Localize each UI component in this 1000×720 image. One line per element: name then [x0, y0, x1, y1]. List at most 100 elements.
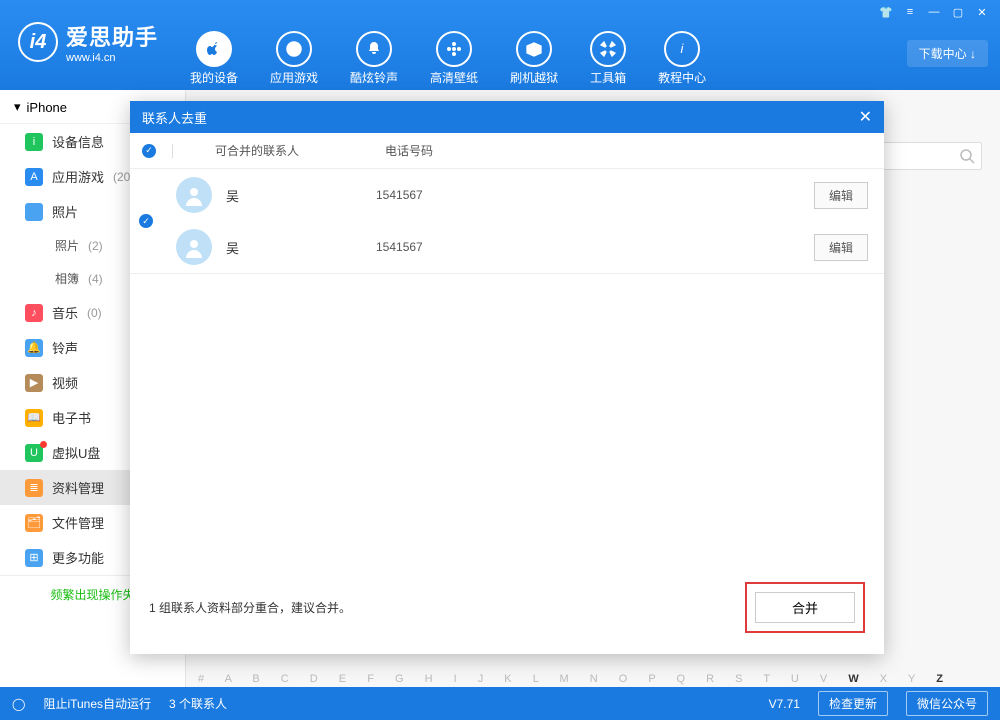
sidebar-item-count: (2) [88, 239, 103, 253]
nav-label: 工具箱 [590, 69, 626, 86]
nav-bell[interactable]: 酷炫铃声 [350, 31, 398, 86]
bell-icon [356, 31, 392, 67]
alpha-letter[interactable]: Y [908, 673, 936, 685]
alphabet-index[interactable]: # A B C D E F G H I J K L M N O P Q R S … [198, 673, 988, 685]
alpha-letter[interactable]: W [848, 673, 879, 685]
alpha-letter[interactable]: Q [677, 673, 707, 685]
alpha-letter[interactable]: J [478, 673, 505, 685]
alpha-letter[interactable]: F [367, 673, 395, 685]
alpha-letter[interactable]: X [880, 673, 908, 685]
merge-button[interactable]: 合并 [755, 592, 855, 623]
red-dot-icon [40, 441, 47, 448]
nav-box[interactable]: 刷机越狱 [510, 31, 558, 86]
download-center-button[interactable]: 下载中心 ↓ [907, 40, 988, 67]
sidebar-item-icon: ▶ [25, 374, 43, 392]
box-icon [516, 31, 552, 67]
menu-icon[interactable]: ≡ [898, 3, 922, 21]
status-bar: ◯ 阻止iTunes自动运行 3 个联系人 V7.71 检查更新 微信公众号 [0, 687, 1000, 720]
edit-button[interactable]: 编辑 [814, 182, 868, 209]
contact-phone: 1541567 [376, 240, 814, 254]
sidebar-item-icon: A [25, 168, 43, 186]
appstore-icon [276, 31, 312, 67]
sidebar-item-label: 铃声 [52, 338, 78, 357]
nav-label: 酷炫铃声 [350, 69, 398, 86]
alpha-letter[interactable]: A [225, 673, 253, 685]
alpha-letter[interactable]: L [533, 673, 560, 685]
sidebar-item-label: 资料管理 [52, 478, 104, 497]
nav-appstore[interactable]: 应用游戏 [270, 31, 318, 86]
alpha-letter[interactable]: P [648, 673, 676, 685]
alpha-letter[interactable]: G [395, 673, 425, 685]
alpha-letter[interactable]: K [504, 673, 532, 685]
alpha-letter[interactable]: O [619, 673, 649, 685]
modal-header-row: ✓ 可合并的联系人 电话号码 [130, 133, 884, 169]
info-icon: i [664, 31, 700, 67]
sidebar-item-icon [25, 203, 43, 221]
sidebar-item-icon: 📖 [25, 409, 43, 427]
alpha-letter[interactable]: S [735, 673, 763, 685]
nav-info[interactable]: i 教程中心 [658, 31, 706, 86]
tools-icon [590, 31, 626, 67]
alpha-letter[interactable]: U [791, 673, 820, 685]
select-all-check-icon[interactable]: ✓ [142, 144, 156, 158]
sidebar-item-icon: i [25, 133, 43, 151]
header: 👕 ≡ — ▢ ✕ 下载中心 ↓ i4 爱思助手 www.i4.cn 我的设备 应… [0, 0, 1000, 90]
alpha-letter[interactable]: M [559, 673, 589, 685]
alpha-letter[interactable]: I [454, 673, 478, 685]
sidebar-item-label: 应用游戏 [52, 167, 104, 186]
alpha-letter[interactable]: # [198, 673, 225, 685]
alpha-letter[interactable]: D [310, 673, 339, 685]
alpha-letter[interactable]: E [339, 673, 367, 685]
maximize-icon[interactable]: ▢ [946, 3, 970, 21]
close-icon[interactable]: ✕ [970, 3, 994, 21]
sidebar-item-icon: ≣ [25, 479, 43, 497]
minimize-icon[interactable]: — [922, 3, 946, 21]
top-nav: 我的设备 应用游戏 酷炫铃声 高清壁纸 刷机越狱 工具箱 i 教程中心 [190, 31, 706, 86]
nav-flower[interactable]: 高清壁纸 [430, 31, 478, 86]
sidebar-item-label: 音乐 [52, 303, 78, 322]
contact-name: 吴 [226, 238, 376, 257]
sidebar-item-label: 相簿 [55, 270, 79, 287]
nav-label: 我的设备 [190, 69, 238, 86]
nav-label: 教程中心 [658, 69, 706, 86]
nav-label: 高清壁纸 [430, 69, 478, 86]
itunes-toggle-label[interactable]: 阻止iTunes自动运行 [43, 695, 151, 712]
alpha-letter[interactable]: V [820, 673, 848, 685]
alpha-letter[interactable]: N [590, 673, 619, 685]
alpha-letter[interactable]: T [763, 673, 791, 685]
sidebar-item-icon: ♪ [25, 304, 43, 322]
apple-icon [196, 31, 232, 67]
sidebar-item-icon: 🗂 [25, 514, 43, 532]
modal-close-icon[interactable]: ✕ [859, 107, 872, 127]
app-logo: i4 爱思助手 www.i4.cn [18, 20, 158, 64]
app-name: 爱思助手 [66, 20, 158, 52]
check-update-button[interactable]: 检查更新 [818, 691, 888, 716]
sidebar-item-label: 视频 [52, 373, 78, 392]
edit-button[interactable]: 编辑 [814, 234, 868, 261]
divider [172, 144, 173, 158]
group-check-icon[interactable]: ✓ [139, 214, 153, 228]
flower-icon [436, 31, 472, 67]
avatar-icon [176, 229, 212, 265]
chevron-down-icon: ▾ [14, 99, 21, 115]
logo-badge-icon: i4 [18, 22, 58, 62]
alpha-letter[interactable]: Z [936, 673, 952, 685]
nav-apple[interactable]: 我的设备 [190, 31, 238, 86]
wechat-button[interactable]: 微信公众号 [906, 691, 988, 716]
search-icon [959, 148, 975, 164]
nav-label: 刷机越狱 [510, 69, 558, 86]
nav-tools[interactable]: 工具箱 [590, 31, 626, 86]
merge-hint: 1 组联系人资料部分重合，建议合并。 [149, 599, 351, 616]
sidebar-item-label: 虚拟U盘 [52, 443, 100, 462]
radio-icon[interactable]: ◯ [12, 697, 25, 711]
dedupe-modal: 联系人去重 ✕ ✓ 可合并的联系人 电话号码 ✓ 吴1541567编辑吴1541… [130, 101, 884, 654]
sidebar-item-count: (4) [88, 272, 103, 286]
nav-label: 应用游戏 [270, 69, 318, 86]
alpha-letter[interactable]: B [252, 673, 280, 685]
alpha-letter[interactable]: C [281, 673, 310, 685]
alpha-letter[interactable]: H [425, 673, 454, 685]
contact-name: 吴 [226, 186, 376, 205]
shirt-icon[interactable]: 👕 [874, 3, 898, 21]
alpha-letter[interactable]: R [706, 673, 735, 685]
merge-highlight: 合并 [745, 582, 865, 633]
